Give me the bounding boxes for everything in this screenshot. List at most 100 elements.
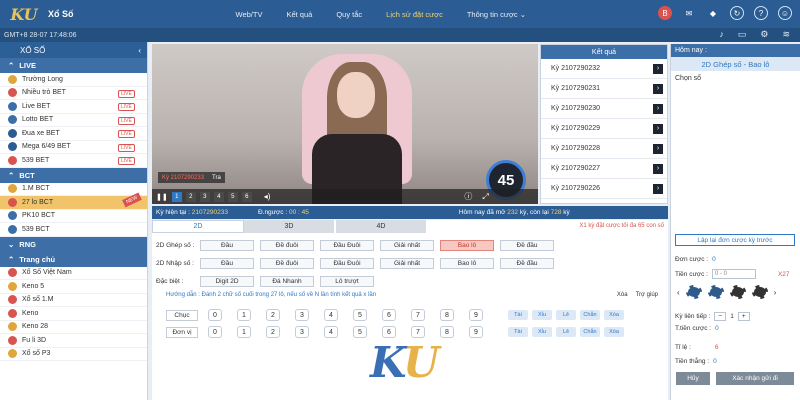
bet-option-selected[interactable]: Bao lô <box>440 240 494 251</box>
chevron-right-icon[interactable]: › <box>774 288 777 297</box>
result-row[interactable]: Kỳ 2107290232 › <box>541 59 667 79</box>
bet-option[interactable]: Đề đuôi <box>260 240 314 251</box>
sidebar-item[interactable]: PK10 BCT <box>0 210 147 223</box>
bet-option[interactable]: Đề đầu <box>500 240 554 251</box>
number-ball[interactable]: 8 <box>440 326 454 338</box>
camera-tab[interactable]: 4 <box>213 191 224 202</box>
collapse-icon[interactable]: ‹ <box>138 46 141 55</box>
sidebar-section-rng[interactable]: ⌄ RNG <box>0 236 147 252</box>
sidebar-item[interactable]: Xổ số P3 <box>0 348 147 361</box>
sidebar-section-live[interactable]: ⌃ LIVE <box>0 58 147 73</box>
bet-option[interactable]: Đầu Đuôi <box>320 240 374 251</box>
bet-mode-tab[interactable]: 2D Ghép số - Bao lô <box>671 57 800 71</box>
sidebar-item[interactable]: 1.M BCT <box>0 183 147 196</box>
quick-xiu[interactable]: Xỉu <box>532 327 552 337</box>
chevron-right-icon[interactable]: › <box>653 123 663 134</box>
number-ball[interactable]: 4 <box>324 326 338 338</box>
sound-icon[interactable]: ♪ <box>719 29 724 40</box>
live-video[interactable]: Kỳ 2107290233 Tra 45 ❚❚ 1 2 3 4 5 6 ◂) ⓘ… <box>152 44 538 204</box>
quick-chan[interactable]: Chẵn <box>580 310 600 320</box>
number-ball[interactable]: 4 <box>324 309 338 321</box>
repeat-bet-button[interactable]: Lập lại đơn cược kỳ trước <box>675 234 795 246</box>
sidebar-item[interactable]: Keno 28 <box>0 321 147 334</box>
sidebar-section-bct[interactable]: ⌃ BCT <box>0 167 147 183</box>
number-ball[interactable]: 1 <box>237 326 251 338</box>
number-ball[interactable]: 1 <box>237 309 251 321</box>
tab-2d[interactable]: 2D <box>152 220 244 233</box>
bet-option[interactable]: Giải nhất <box>380 240 434 251</box>
chevron-right-icon[interactable]: › <box>653 183 663 194</box>
sidebar-item[interactable]: Xổ số 1.M <box>0 294 147 307</box>
screen-icon[interactable]: ▭ <box>738 29 747 40</box>
result-row[interactable]: Kỳ 2107290230 › <box>541 99 667 119</box>
number-ball[interactable]: 3 <box>295 326 309 338</box>
number-ball[interactable]: 5 <box>353 326 367 338</box>
number-ball[interactable]: 9 <box>469 326 483 338</box>
bet-option[interactable]: Lô trượt <box>320 276 374 287</box>
video-draw-button[interactable]: Tra <box>212 175 221 181</box>
confirm-button[interactable]: Xác nhận gửi đi <box>716 372 794 385</box>
result-row[interactable]: Kỳ 2107290229 › <box>541 119 667 139</box>
bet-option[interactable]: Đề đầu <box>500 258 554 269</box>
quick-tai[interactable]: Tài <box>508 327 528 337</box>
chip-icon[interactable] <box>685 285 702 299</box>
result-row[interactable]: Kỳ 2107290231 › <box>541 79 667 99</box>
camera-tab[interactable]: 3 <box>199 191 210 202</box>
nav-quy-tac[interactable]: Quy tắc <box>324 10 374 19</box>
number-ball[interactable]: 7 <box>411 309 425 321</box>
sidebar-item[interactable]: 539 BET LIVE <box>0 154 147 168</box>
quick-xoa[interactable]: Xóa <box>604 327 624 337</box>
pause-icon[interactable]: ❚❚ <box>156 193 168 201</box>
sidebar-item[interactable]: 539 BCT <box>0 223 147 237</box>
nav-thong-tin[interactable]: Thông tin cược ⌄ <box>455 10 538 19</box>
number-ball[interactable]: 6 <box>382 309 396 321</box>
refresh-icon[interactable]: ↻ <box>730 6 744 20</box>
avatar[interactable]: B <box>658 6 672 20</box>
chevron-right-icon[interactable]: › <box>653 83 663 94</box>
mail-icon[interactable]: ✉ <box>682 6 696 20</box>
sidebar-item[interactable]: Fu li 3D <box>0 334 147 348</box>
stake-input[interactable]: 0 - 0 <box>711 269 756 279</box>
volume-icon[interactable]: ◂) <box>264 192 271 201</box>
gift-icon[interactable]: ◆ <box>706 6 720 20</box>
result-row[interactable]: Kỳ 2107290227 › <box>541 159 667 179</box>
camera-tab[interactable]: 6 <box>241 191 252 202</box>
quick-le[interactable]: Lẻ <box>556 310 576 320</box>
bet-option[interactable]: Đầu <box>200 258 254 269</box>
chevron-right-icon[interactable]: › <box>653 63 663 74</box>
chevron-right-icon[interactable]: › <box>653 143 663 154</box>
bet-option[interactable]: Đầu Đuôi <box>320 258 374 269</box>
chip-icon[interactable] <box>751 285 768 299</box>
number-ball[interactable]: 6 <box>382 326 396 338</box>
sidebar-item[interactable]: Mega 6/49 BET LIVE <box>0 141 147 154</box>
minus-button[interactable]: − <box>714 312 727 321</box>
chip-icon[interactable] <box>729 285 746 299</box>
number-ball[interactable]: 3 <box>295 309 309 321</box>
bet-option[interactable]: Đá Nhanh <box>260 276 314 287</box>
sidebar-item[interactable]: Lotto BET LIVE <box>0 114 147 127</box>
fullscreen-icon[interactable]: ⤢ <box>482 192 488 202</box>
help-link[interactable]: Trợ giúp <box>636 292 658 298</box>
quick-tai[interactable]: Tài <box>508 310 528 320</box>
bet-option[interactable]: Digit 2D <box>200 276 254 287</box>
chevron-right-icon[interactable]: › <box>653 163 663 174</box>
plus-button[interactable]: + <box>737 312 750 321</box>
nav-lich-su[interactable]: Lịch sử đặt cược <box>374 10 455 19</box>
quick-le[interactable]: Lẻ <box>556 327 576 337</box>
bet-option[interactable]: Giải nhất <box>380 258 434 269</box>
sidebar-item[interactable]: Keno <box>0 307 147 321</box>
bet-option[interactable]: Đầu <box>200 240 254 251</box>
bet-option[interactable]: Đề đuôi <box>260 258 314 269</box>
result-row[interactable]: Kỳ 2107290226 › <box>541 179 667 199</box>
number-ball[interactable]: 9 <box>469 309 483 321</box>
settings-icon[interactable]: ⚙ <box>760 29 768 40</box>
quick-xiu[interactable]: Xỉu <box>532 310 552 320</box>
number-ball[interactable]: 2 <box>266 326 280 338</box>
nav-web-tv[interactable]: Web/TV <box>224 10 275 19</box>
chevron-left-icon[interactable]: ‹ <box>677 288 680 297</box>
quick-chan[interactable]: Chẵn <box>580 327 600 337</box>
sidebar-item[interactable]: Live BET LIVE <box>0 100 147 114</box>
number-ball[interactable]: 0 <box>208 309 222 321</box>
sidebar-item[interactable]: Nhiều trò BET LIVE <box>0 87 147 100</box>
info-icon[interactable]: ⓘ <box>464 191 472 202</box>
